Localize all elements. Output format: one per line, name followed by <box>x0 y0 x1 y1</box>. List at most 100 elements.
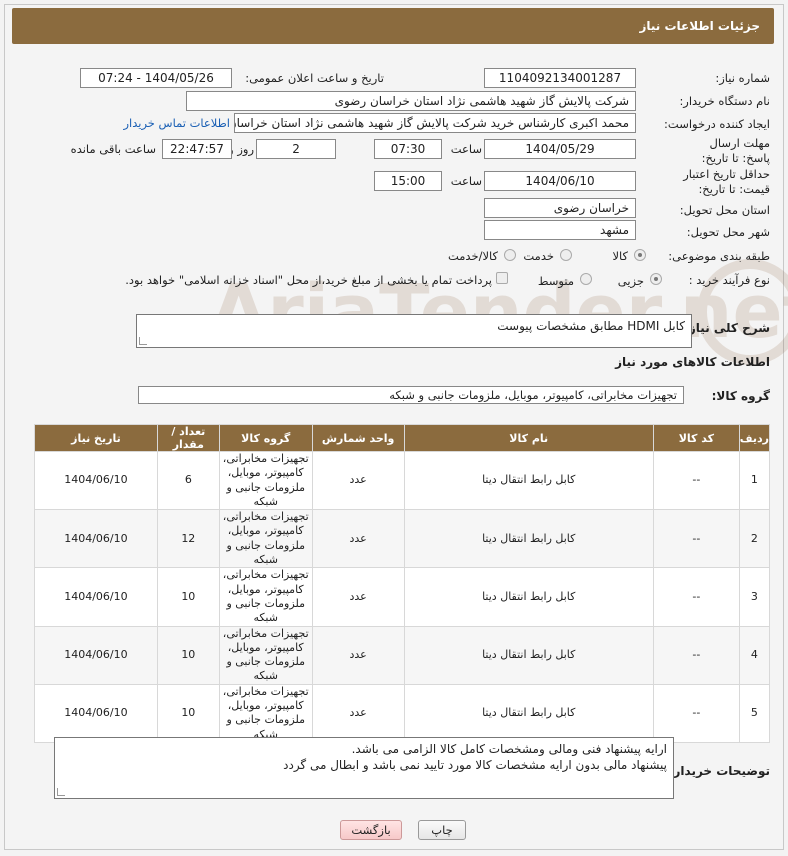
resize-handle-icon[interactable] <box>139 337 147 345</box>
price-time-label: ساعت <box>450 174 482 188</box>
col-header-unit: واحد شمارش <box>311 424 405 452</box>
description-textarea[interactable]: کابل HDMI مطابق مشخصات پیوست <box>136 314 692 348</box>
cell-quantity: 10 <box>156 625 220 685</box>
remaining-label: ساعت باقی مانده <box>70 142 156 156</box>
goods-group-label: گروه کالا: <box>711 389 770 403</box>
page-title-bar: جزئیات اطلاعات نیاز <box>12 8 774 44</box>
cell-date: 1404/06/10 <box>34 625 158 685</box>
reply-date-field: 1404/05/29 <box>484 139 636 159</box>
cell-date: 1404/06/10 <box>34 450 158 511</box>
creator-field: محمد اکبری کارشناس خرید شرکت پالایش گاز … <box>234 113 636 133</box>
col-header-name: نام کالا <box>403 424 654 452</box>
category-radio-goods[interactable] <box>634 249 646 261</box>
cell-name: کابل رابط انتقال دیتا <box>403 450 654 511</box>
table-row: 2 -- کابل رابط انتقال دیتا عدد تجهیزات م… <box>34 509 771 569</box>
cell-unit: عدد <box>311 509 405 569</box>
process-radio-medium[interactable] <box>580 273 592 285</box>
days-label: روز و <box>228 142 254 156</box>
province-label: استان محل تحویل: <box>679 203 770 217</box>
cell-name: کابل رابط انتقال دیتا <box>403 567 654 627</box>
print-button[interactable]: چاپ <box>418 820 466 840</box>
description-text: کابل HDMI مطابق مشخصات پیوست <box>497 319 685 333</box>
contact-info-link[interactable]: اطلاعات تماس خریدار <box>123 116 230 130</box>
city-label: شهر محل تحویل: <box>686 225 770 239</box>
cell-quantity: 12 <box>156 509 220 569</box>
cell-quantity: 10 <box>156 567 220 627</box>
cell-group: تجهیزات مخابراتی، کامپیوتر، موبایل، ملزو… <box>218 567 313 627</box>
col-header-group: گروه کالا <box>218 424 313 452</box>
buyer-notes-textarea[interactable]: ارایه پیشنهاد فنی ومالی ومشخصات کامل کال… <box>54 737 674 799</box>
payment-checkbox[interactable] <box>496 272 508 284</box>
category-label: طبقه بندی موضوعی: <box>668 249 770 263</box>
process-radio-partial[interactable] <box>650 273 662 285</box>
table-row: 1 -- کابل رابط انتقال دیتا عدد تجهیزات م… <box>34 450 771 511</box>
goods-group-field: تجهیزات مخابراتی، کامپیوتر، موبایل، ملزو… <box>138 386 684 404</box>
cell-row-number: 4 <box>738 625 771 685</box>
price-time-field: 15:00 <box>374 171 442 191</box>
reply-deadline-label: مهلت ارسال پاسخ: تا تاریخ: <box>701 136 770 165</box>
cell-row-number: 3 <box>738 567 771 627</box>
cell-date: 1404/06/10 <box>34 509 158 569</box>
col-header-row-number: ردیف <box>738 424 771 452</box>
process-label: نوع فرآیند خرید : <box>688 273 770 287</box>
process-option-medium: متوسط <box>537 274 574 288</box>
page-title: جزئیات اطلاعات نیاز <box>639 19 760 33</box>
price-validity-label: حداقل تاریخ اعتبار قیمت: تا تاریخ: <box>683 167 770 196</box>
back-button[interactable]: بازگشت <box>340 820 402 840</box>
cell-row-number: 2 <box>738 509 771 569</box>
table-row: 3 -- کابل رابط انتقال دیتا عدد تجهیزات م… <box>34 567 771 627</box>
cell-row-number: 1 <box>738 450 771 511</box>
province-field: خراسان رضوی <box>484 198 636 218</box>
cell-unit: عدد <box>311 567 405 627</box>
cell-unit: عدد <box>311 625 405 685</box>
cell-date: 1404/06/10 <box>34 567 158 627</box>
cell-code: -- <box>652 683 740 743</box>
cell-unit: عدد <box>311 683 405 743</box>
days-field: 2 <box>256 139 336 159</box>
resize-handle-icon[interactable] <box>57 788 65 796</box>
reply-time-field: 07:30 <box>374 139 442 159</box>
city-field: مشهد <box>484 220 636 240</box>
col-header-date: تاریخ نیاز <box>34 424 158 452</box>
process-option-partial: جزیی <box>617 274 644 288</box>
cell-name: کابل رابط انتقال دیتا <box>403 509 654 569</box>
goods-section-title: اطلاعات کالاهای مورد نیاز <box>615 355 770 369</box>
description-label: شرح کلی نیاز: <box>684 321 770 335</box>
need-number-field: 1104092134001287 <box>484 68 636 88</box>
cell-code: -- <box>652 509 740 569</box>
announce-field: 1404/05/26 - 07:24 <box>80 68 232 88</box>
need-number-label: شماره نیاز: <box>715 71 770 85</box>
cell-group: تجهیزات مخابراتی، کامپیوتر، موبایل، ملزو… <box>218 625 313 685</box>
cell-code: -- <box>652 567 740 627</box>
category-option-service: خدمت <box>523 249 554 263</box>
cell-quantity: 10 <box>156 683 220 743</box>
buyer-notes-line-2: پیشنهاد مالی بدون ارایه مشخصات کالا مورد… <box>283 758 667 773</box>
cell-group: تجهیزات مخابراتی، کامپیوتر، موبایل، ملزو… <box>218 683 313 743</box>
cell-code: -- <box>652 450 740 511</box>
items-table: ردیف کد کالا نام کالا واحد شمارش گروه کا… <box>34 424 771 743</box>
category-radio-service[interactable] <box>560 249 572 261</box>
category-radio-both[interactable] <box>504 249 516 261</box>
category-option-goods: کالا <box>612 249 628 263</box>
announce-label: تاریخ و ساعت اعلان عمومی: <box>245 71 384 85</box>
col-header-quantity: تعداد / مقدار <box>156 424 220 452</box>
table-row: 5 -- کابل رابط انتقال دیتا عدد تجهیزات م… <box>34 683 771 743</box>
buyer-notes-label: توضیحات خریدار: <box>668 764 770 778</box>
cell-name: کابل رابط انتقال دیتا <box>403 683 654 743</box>
payment-note: پرداخت تمام یا بخشی از مبلغ خرید،از محل … <box>125 273 492 287</box>
category-option-both: کالا/خدمت <box>447 249 498 263</box>
remaining-time-field: 22:47:57 <box>162 139 232 159</box>
table-row: 4 -- کابل رابط انتقال دیتا عدد تجهیزات م… <box>34 625 771 685</box>
cell-date: 1404/06/10 <box>34 683 158 743</box>
price-date-field: 1404/06/10 <box>484 171 636 191</box>
cell-row-number: 5 <box>738 683 771 743</box>
cell-quantity: 6 <box>156 450 220 511</box>
buyer-org-label: نام دستگاه خریدار: <box>679 94 770 108</box>
cell-group: تجهیزات مخابراتی، کامپیوتر، موبایل، ملزو… <box>218 450 313 511</box>
cell-group: تجهیزات مخابراتی، کامپیوتر، موبایل، ملزو… <box>218 509 313 569</box>
buyer-notes-line-1: ارایه پیشنهاد فنی ومالی ومشخصات کامل کال… <box>351 742 667 756</box>
col-header-code: کد کالا <box>652 424 740 452</box>
cell-name: کابل رابط انتقال دیتا <box>403 625 654 685</box>
reply-time-label: ساعت <box>450 142 482 156</box>
table-header-row: ردیف کد کالا نام کالا واحد شمارش گروه کا… <box>34 424 771 452</box>
